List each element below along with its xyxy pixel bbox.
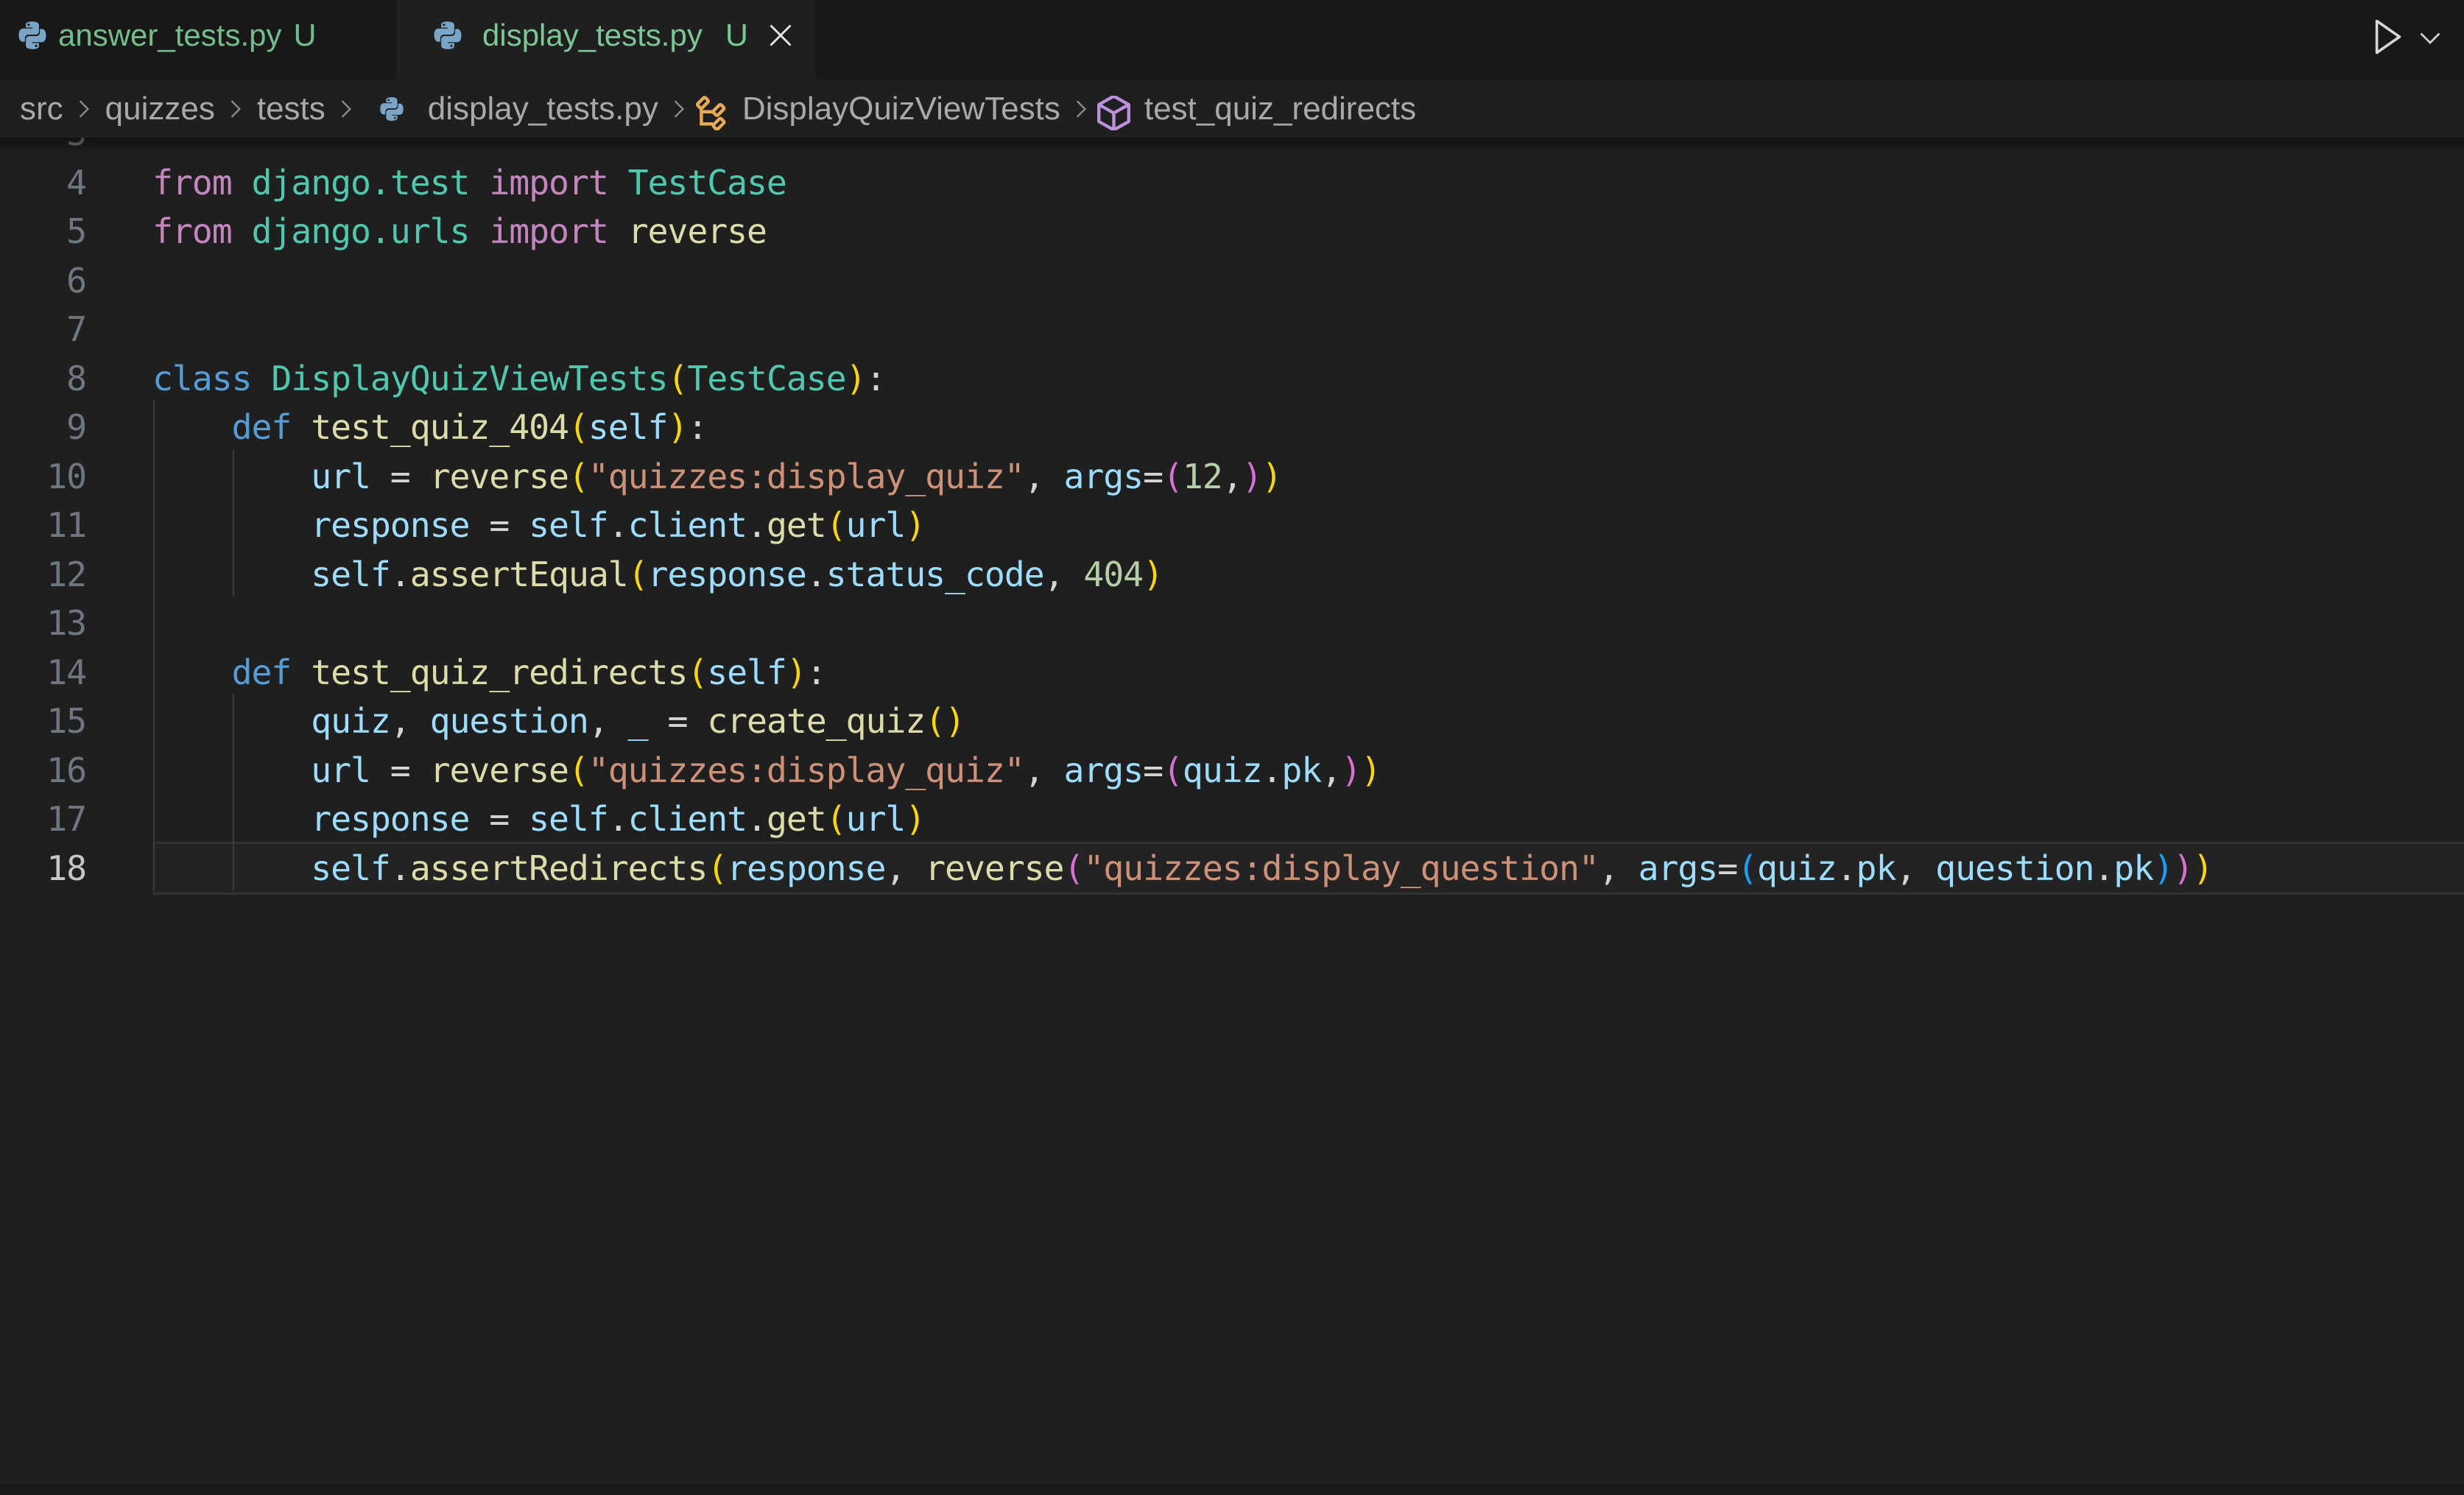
breadcrumb-item-file[interactable]: display_tests.py [428, 91, 658, 127]
line-number: 9 [0, 403, 86, 452]
breadcrumb-item-src[interactable]: src [20, 91, 63, 127]
code-text: url = reverse("quizzes:display_quiz", ar… [152, 746, 1381, 795]
code-line: 14 def test_quiz_redirects(self): [0, 646, 2464, 695]
code-line: 16 url = reverse("quizzes:display_quiz",… [0, 744, 2464, 793]
code-text: from django.test import TestCase [152, 158, 786, 208]
editor-actions [2375, 0, 2464, 77]
chevron-right-icon [77, 99, 91, 119]
code-line: 18 self.assertRedirects(response, revers… [0, 842, 2464, 891]
chevron-right-icon [1074, 99, 1088, 119]
tab-display-tests[interactable]: display_tests.py U [396, 0, 815, 80]
panel-border [0, 1484, 2464, 1495]
symbol-method-icon [1097, 96, 1131, 130]
line-number: 15 [0, 697, 86, 746]
code-text: response = self.client.get(url) [152, 795, 925, 844]
code-line: 17 response = self.client.get(url) [0, 792, 2464, 842]
symbol-class-icon [694, 96, 729, 130]
code-text: class DisplayQuizViewTests(TestCase): [152, 354, 885, 404]
code-line: 4 from django.test import TestCase [0, 156, 2464, 205]
code-line: 5 from django.urls import reverse [0, 205, 2464, 254]
line-number: 13 [0, 599, 86, 648]
run-dropdown-chevron-icon[interactable] [2420, 32, 2440, 44]
code-text: url = reverse("quizzes:display_quiz", ar… [152, 452, 1281, 502]
code-text: def test_quiz_404(self): [152, 403, 707, 452]
code-line: 12 self.assertEqual(response.status_code… [0, 548, 2464, 597]
code-line: 13 [0, 597, 2464, 646]
code-line: 8 class DisplayQuizViewTests(TestCase): [0, 352, 2464, 401]
code-editor[interactable]: 34from django.test import TestCase5from … [0, 138, 2464, 1495]
line-number: 16 [0, 746, 86, 795]
tab-answer-tests[interactable]: answer_tests.py U [0, 0, 395, 80]
code-text: quiz, question, _ = create_quiz() [152, 697, 965, 746]
python-icon [18, 21, 47, 50]
run-button[interactable] [2375, 19, 2401, 54]
code-text: from django.urls import reverse [152, 207, 767, 256]
line-number: 5 [0, 207, 86, 256]
code-text: response = self.client.get(url) [152, 501, 925, 550]
line-number: 11 [0, 501, 86, 550]
git-untracked-badge: U [725, 18, 748, 54]
breadcrumb-item-class[interactable]: DisplayQuizViewTests [742, 91, 1060, 127]
tab-bar: answer_tests.py U display_tests.py U [0, 0, 2464, 80]
line-number: 4 [0, 158, 86, 208]
line-number: 10 [0, 452, 86, 502]
line-number: 17 [0, 795, 86, 844]
code-line: 15 quiz, question, _ = create_quiz() [0, 694, 2464, 744]
line-number: 8 [0, 354, 86, 404]
tab-label: display_tests.py [482, 18, 703, 53]
breadcrumb-item-quizzes[interactable]: quizzes [105, 91, 215, 127]
git-untracked-badge: U [293, 18, 316, 54]
breadcrumb: src quizzes tests display_tests.py Displ… [0, 80, 2464, 138]
line-number: 12 [0, 550, 86, 599]
close-icon[interactable] [769, 24, 792, 47]
chevron-right-icon [339, 99, 353, 119]
code-text: self.assertEqual(response.status_code, 4… [152, 550, 1163, 599]
line-number: 18 [0, 844, 86, 893]
breadcrumb-item-tests[interactable]: tests [257, 91, 325, 127]
tab-label: answer_tests.py [58, 18, 281, 53]
line-number: 7 [0, 305, 86, 354]
line-number: 14 [0, 648, 86, 697]
chevron-right-icon [672, 99, 686, 119]
code-line: 10 url = reverse("quizzes:display_quiz",… [0, 450, 2464, 499]
code-line: 7 [0, 303, 2464, 352]
breadcrumb-item-method[interactable]: test_quiz_redirects [1144, 91, 1416, 127]
line-number: 6 [0, 256, 86, 306]
code-text: def test_quiz_redirects(self): [152, 648, 826, 697]
code-text: self.assertRedirects(response, reverse("… [152, 844, 2213, 893]
code-line: 9 def test_quiz_404(self): [0, 401, 2464, 450]
chevron-right-icon [229, 99, 242, 119]
code-line: 6 [0, 254, 2464, 303]
scroll-shadow [0, 138, 2464, 155]
python-icon [379, 96, 404, 122]
code-line: 11 response = self.client.get(url) [0, 499, 2464, 548]
python-icon [433, 21, 462, 50]
